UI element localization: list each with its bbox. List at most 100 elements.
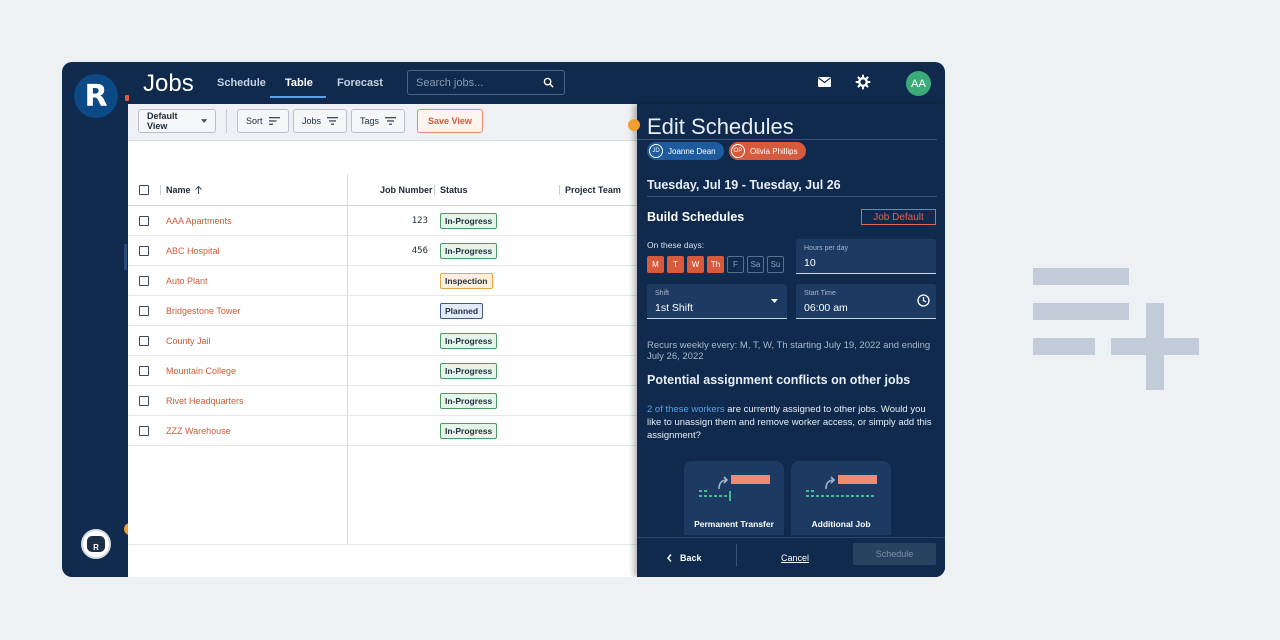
jobs-filter-button[interactable]: Jobs: [293, 109, 348, 133]
search-input[interactable]: [416, 77, 536, 89]
shift-value: 1st Shift: [655, 302, 693, 314]
jobs-table-panel: Default View Sort Jobs Tags Save View Na…: [128, 104, 638, 577]
worker-chip[interactable]: JD Joanne Dean: [647, 142, 724, 160]
shift-select[interactable]: Shift 1st Shift: [647, 284, 787, 319]
row-checkbox[interactable]: [139, 426, 149, 436]
job-default-button[interactable]: Job Default: [861, 209, 936, 225]
additional-job-option[interactable]: Additional Job: [791, 461, 891, 535]
day-toggle-saturday[interactable]: Sa: [747, 256, 764, 273]
job-name-link[interactable]: ABC Hospital: [166, 246, 220, 256]
logo-letter: R: [84, 78, 108, 114]
row-checkbox[interactable]: [139, 336, 149, 346]
shift-label: Shift: [655, 290, 670, 297]
search-box: [407, 70, 565, 95]
tags-filter-label: Tags: [360, 116, 380, 126]
hours-per-day-field[interactable]: Hours per day 10: [796, 239, 936, 274]
conflicts-heading: Potential assignment conflicts on other …: [647, 373, 911, 387]
build-schedules-heading: Build Schedules: [647, 210, 745, 224]
save-view-button[interactable]: Save View: [417, 109, 483, 133]
user-avatar[interactable]: AA: [906, 71, 931, 96]
app-window: R R Jobs Schedule Table Forecast AA Defa…: [62, 62, 945, 577]
table-row[interactable]: Bridgestone Tower Planned: [128, 296, 638, 326]
header-separator: [160, 185, 161, 195]
worker-chip[interactable]: OP Olivia Phillips: [729, 142, 806, 160]
row-checkbox[interactable]: [139, 276, 149, 286]
day-toggle-tuesday[interactable]: T: [667, 256, 684, 273]
days-label: On these days:: [647, 240, 705, 250]
add-to-list-icon: [1033, 268, 1199, 390]
status-column-header[interactable]: Status: [440, 185, 468, 195]
header-separator: [559, 185, 560, 195]
day-toggle-wednesday[interactable]: W: [687, 256, 704, 273]
job-name-link[interactable]: Auto Plant: [166, 276, 208, 286]
table-row[interactable]: County Jail In-Progress: [128, 326, 638, 356]
job-name-link[interactable]: Rivet Headquarters: [166, 396, 244, 406]
job-name-link[interactable]: ZZZ Warehouse: [166, 426, 231, 436]
status-badge: In-Progress: [440, 213, 498, 229]
clock-icon[interactable]: [917, 294, 930, 307]
job-name-link[interactable]: County Jail: [166, 336, 211, 346]
table-row[interactable]: AAA Apartments 123 In-Progress: [128, 206, 638, 236]
drawer-collapse-toggle[interactable]: [628, 119, 640, 131]
job-name-link[interactable]: Bridgestone Tower: [166, 306, 240, 316]
select-all-checkbox[interactable]: [139, 185, 149, 195]
tags-filter-button[interactable]: Tags: [351, 109, 406, 133]
row-checkbox[interactable]: [139, 396, 149, 406]
row-checkbox[interactable]: [139, 216, 149, 226]
row-checkbox[interactable]: [139, 246, 149, 256]
cancel-button[interactable]: Cancel: [781, 553, 809, 563]
back-button[interactable]: Back: [667, 553, 702, 563]
hours-label: Hours per day: [804, 245, 848, 252]
job-name-link[interactable]: Mountain College: [166, 366, 236, 376]
tab-forecast[interactable]: Forecast: [337, 77, 383, 89]
name-header-label: Name: [166, 185, 191, 195]
status-badge: In-Progress: [440, 243, 498, 259]
permanent-transfer-option[interactable]: Permanent Transfer: [684, 461, 784, 535]
day-toggle-sunday[interactable]: Su: [767, 256, 784, 273]
assistant-button[interactable]: R: [81, 529, 111, 559]
active-tab-underline: [270, 96, 326, 98]
default-view-label: Default View: [147, 111, 178, 131]
additional-job-illustration-icon: [806, 475, 877, 497]
search-icon[interactable]: [543, 77, 554, 88]
section-divider: [647, 196, 937, 197]
tab-table[interactable]: Table: [285, 77, 313, 89]
tab-schedule[interactable]: Schedule: [217, 77, 266, 89]
default-view-dropdown[interactable]: Default View: [138, 109, 216, 133]
hours-value: 10: [804, 257, 816, 269]
status-badge: In-Progress: [440, 333, 498, 349]
table-bottom-rule: [128, 544, 638, 545]
mail-icon[interactable]: [818, 77, 831, 87]
table-row[interactable]: Auto Plant Inspection: [128, 266, 638, 296]
table-row[interactable]: ABC Hospital 456 In-Progress: [128, 236, 638, 266]
name-column-header[interactable]: Name: [166, 185, 202, 195]
start-time-label: Start Time: [804, 290, 836, 297]
sort-button[interactable]: Sort: [237, 109, 289, 133]
date-range[interactable]: Tuesday, Jul 19 - Tuesday, Jul 26: [647, 178, 841, 192]
table-row[interactable]: ZZZ Warehouse In-Progress: [128, 416, 638, 446]
day-toggle-friday[interactable]: F: [727, 256, 744, 273]
top-nav: Jobs Schedule Table Forecast AA: [128, 62, 945, 104]
row-checkbox[interactable]: [139, 366, 149, 376]
caret-down-icon: [771, 299, 778, 303]
job-name-link[interactable]: AAA Apartments: [166, 216, 232, 226]
start-time-field[interactable]: Start Time 06:00 am: [796, 284, 936, 319]
table-row[interactable]: Rivet Headquarters In-Progress: [128, 386, 638, 416]
caret-down-icon: [200, 119, 207, 123]
day-toggle-monday[interactable]: M: [647, 256, 664, 273]
filter-icon: [327, 117, 339, 125]
project-team-column-header[interactable]: Project Team: [565, 185, 621, 195]
rail-active-indicator: [124, 244, 127, 270]
table-row[interactable]: Mountain College In-Progress: [128, 356, 638, 386]
job-number-column-header[interactable]: Job Number: [380, 185, 433, 195]
day-toggle-thursday[interactable]: Th: [707, 256, 724, 273]
conflicting-workers-link[interactable]: 2 of these workers: [647, 404, 725, 415]
app-logo[interactable]: R: [74, 74, 118, 118]
drawer-title: Edit Schedules: [647, 114, 794, 139]
schedule-button[interactable]: Schedule: [853, 543, 936, 565]
job-number: 123: [411, 216, 428, 226]
table-toolbar: Default View Sort Jobs Tags Save View: [128, 104, 638, 141]
row-checkbox[interactable]: [139, 306, 149, 316]
gear-icon[interactable]: [855, 74, 871, 90]
edit-schedules-drawer: Edit Schedules JD Joanne Dean OP Olivia …: [637, 104, 945, 577]
